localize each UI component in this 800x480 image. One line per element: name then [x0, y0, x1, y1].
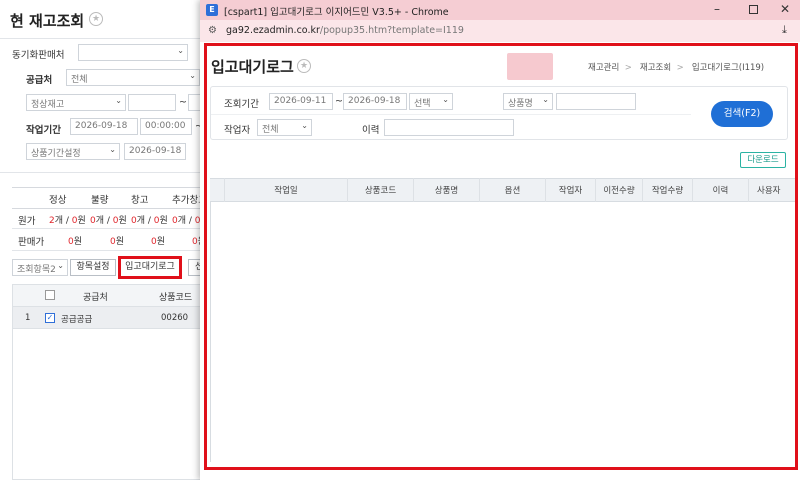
- chevron-down-icon: ⌄: [57, 261, 64, 270]
- chevron-down-icon: ⌄: [115, 96, 122, 105]
- window-title-bar: E [cspart1] 입고대기로그 이지어드민 V3.5+ - Chrome …: [200, 0, 800, 20]
- download-icon[interactable]: ⤓: [782, 23, 787, 37]
- stock-from-input[interactable]: [128, 94, 176, 111]
- chevron-down-icon: ⌄: [189, 71, 196, 80]
- divider: [0, 172, 210, 173]
- window-title: [cspart1] 입고대기로그 이지어드민 V3.5+ - Chrome: [224, 7, 449, 18]
- stock-type-select[interactable]: 정상재고 ⌄: [26, 94, 126, 111]
- cost-label: 원가: [18, 216, 36, 227]
- cost-defect: 0개 / 0원: [90, 216, 127, 226]
- price-warehouse: 0원: [151, 237, 166, 247]
- price-label: 판매가: [18, 237, 45, 248]
- close-icon[interactable]: ✕: [780, 2, 790, 16]
- summary-head-warehouse: 창고: [131, 195, 149, 206]
- price-normal: 0원: [68, 237, 83, 247]
- row-code: 00260: [161, 313, 189, 323]
- row-supplier: 공급공급: [61, 315, 93, 325]
- view-item-select[interactable]: 조회항목2 ⌄: [12, 259, 68, 276]
- row-checkbox[interactable]: ✓: [45, 313, 55, 323]
- work-time-input[interactable]: 00:00:00: [140, 118, 192, 135]
- favorite-star-icon[interactable]: ★: [89, 12, 103, 26]
- work-date-input[interactable]: 2026-09-18: [70, 118, 138, 135]
- chevron-down-icon: ⌄: [177, 46, 184, 55]
- sync-seller-label: 동기화판매처: [12, 50, 65, 61]
- supplier-select[interactable]: 전체 ⌄: [66, 69, 200, 86]
- summary-head-normal: 정상: [49, 195, 67, 206]
- period-date-input[interactable]: 2026-09-18: [124, 143, 186, 160]
- address-bar[interactable]: ⚙ ga92.ezadmin.co.kr/popup35.htm?templat…: [200, 20, 800, 42]
- summary-head-defect: 불량: [91, 195, 109, 206]
- inbound-log-button[interactable]: 입고대기로그: [118, 256, 182, 279]
- item-setting-button[interactable]: 항목설정: [70, 259, 116, 276]
- main-page: 현 재고조회 ★ 동기화판매처 ⌄ 공급처 전체 ⌄ 정상재고 ⌄ ~ 작업기간 2…: [0, 0, 211, 480]
- row-number: 1: [25, 313, 31, 323]
- grid-head-code: 상품코드: [159, 293, 193, 303]
- supplier-label: 공급처: [26, 75, 53, 86]
- period-setting-select[interactable]: 상품기간설정 ⌄: [26, 143, 120, 160]
- stock-grid: 공급처 상품코드 1 ✓ 공급공급 00260: [12, 284, 211, 480]
- sync-seller-select[interactable]: ⌄: [78, 44, 188, 61]
- cost-normal: 2개 / 0원: [49, 216, 86, 226]
- site-settings-icon[interactable]: ⚙: [208, 25, 217, 36]
- worktime-label: 작업기간: [26, 125, 61, 136]
- summary-table: 정상 불량 창고 추가창고 원가 2개 / 0원 0개 / 0원 0개 / 0원…: [12, 187, 210, 251]
- grid-head-supplier: 공급처: [83, 293, 108, 303]
- app-logo-icon: E: [206, 4, 218, 16]
- highlight-frame: [204, 43, 798, 470]
- minimize-icon[interactable]: –: [714, 2, 720, 16]
- table-row[interactable]: 1 ✓ 공급공급 00260: [13, 307, 211, 329]
- url-text: ga92.ezadmin.co.kr/popup35.htm?template=…: [226, 25, 464, 36]
- chevron-down-icon: ⌄: [109, 145, 116, 154]
- grid-header: 공급처 상품코드: [13, 285, 211, 307]
- maximize-icon[interactable]: [749, 5, 758, 14]
- divider: [0, 38, 210, 39]
- page-title: 현 재고조회: [10, 12, 85, 30]
- price-defect: 0원: [110, 237, 125, 247]
- select-all-checkbox[interactable]: [45, 290, 55, 300]
- cost-warehouse: 0개 / 0원: [131, 216, 168, 226]
- range-tilde: ~: [179, 97, 187, 108]
